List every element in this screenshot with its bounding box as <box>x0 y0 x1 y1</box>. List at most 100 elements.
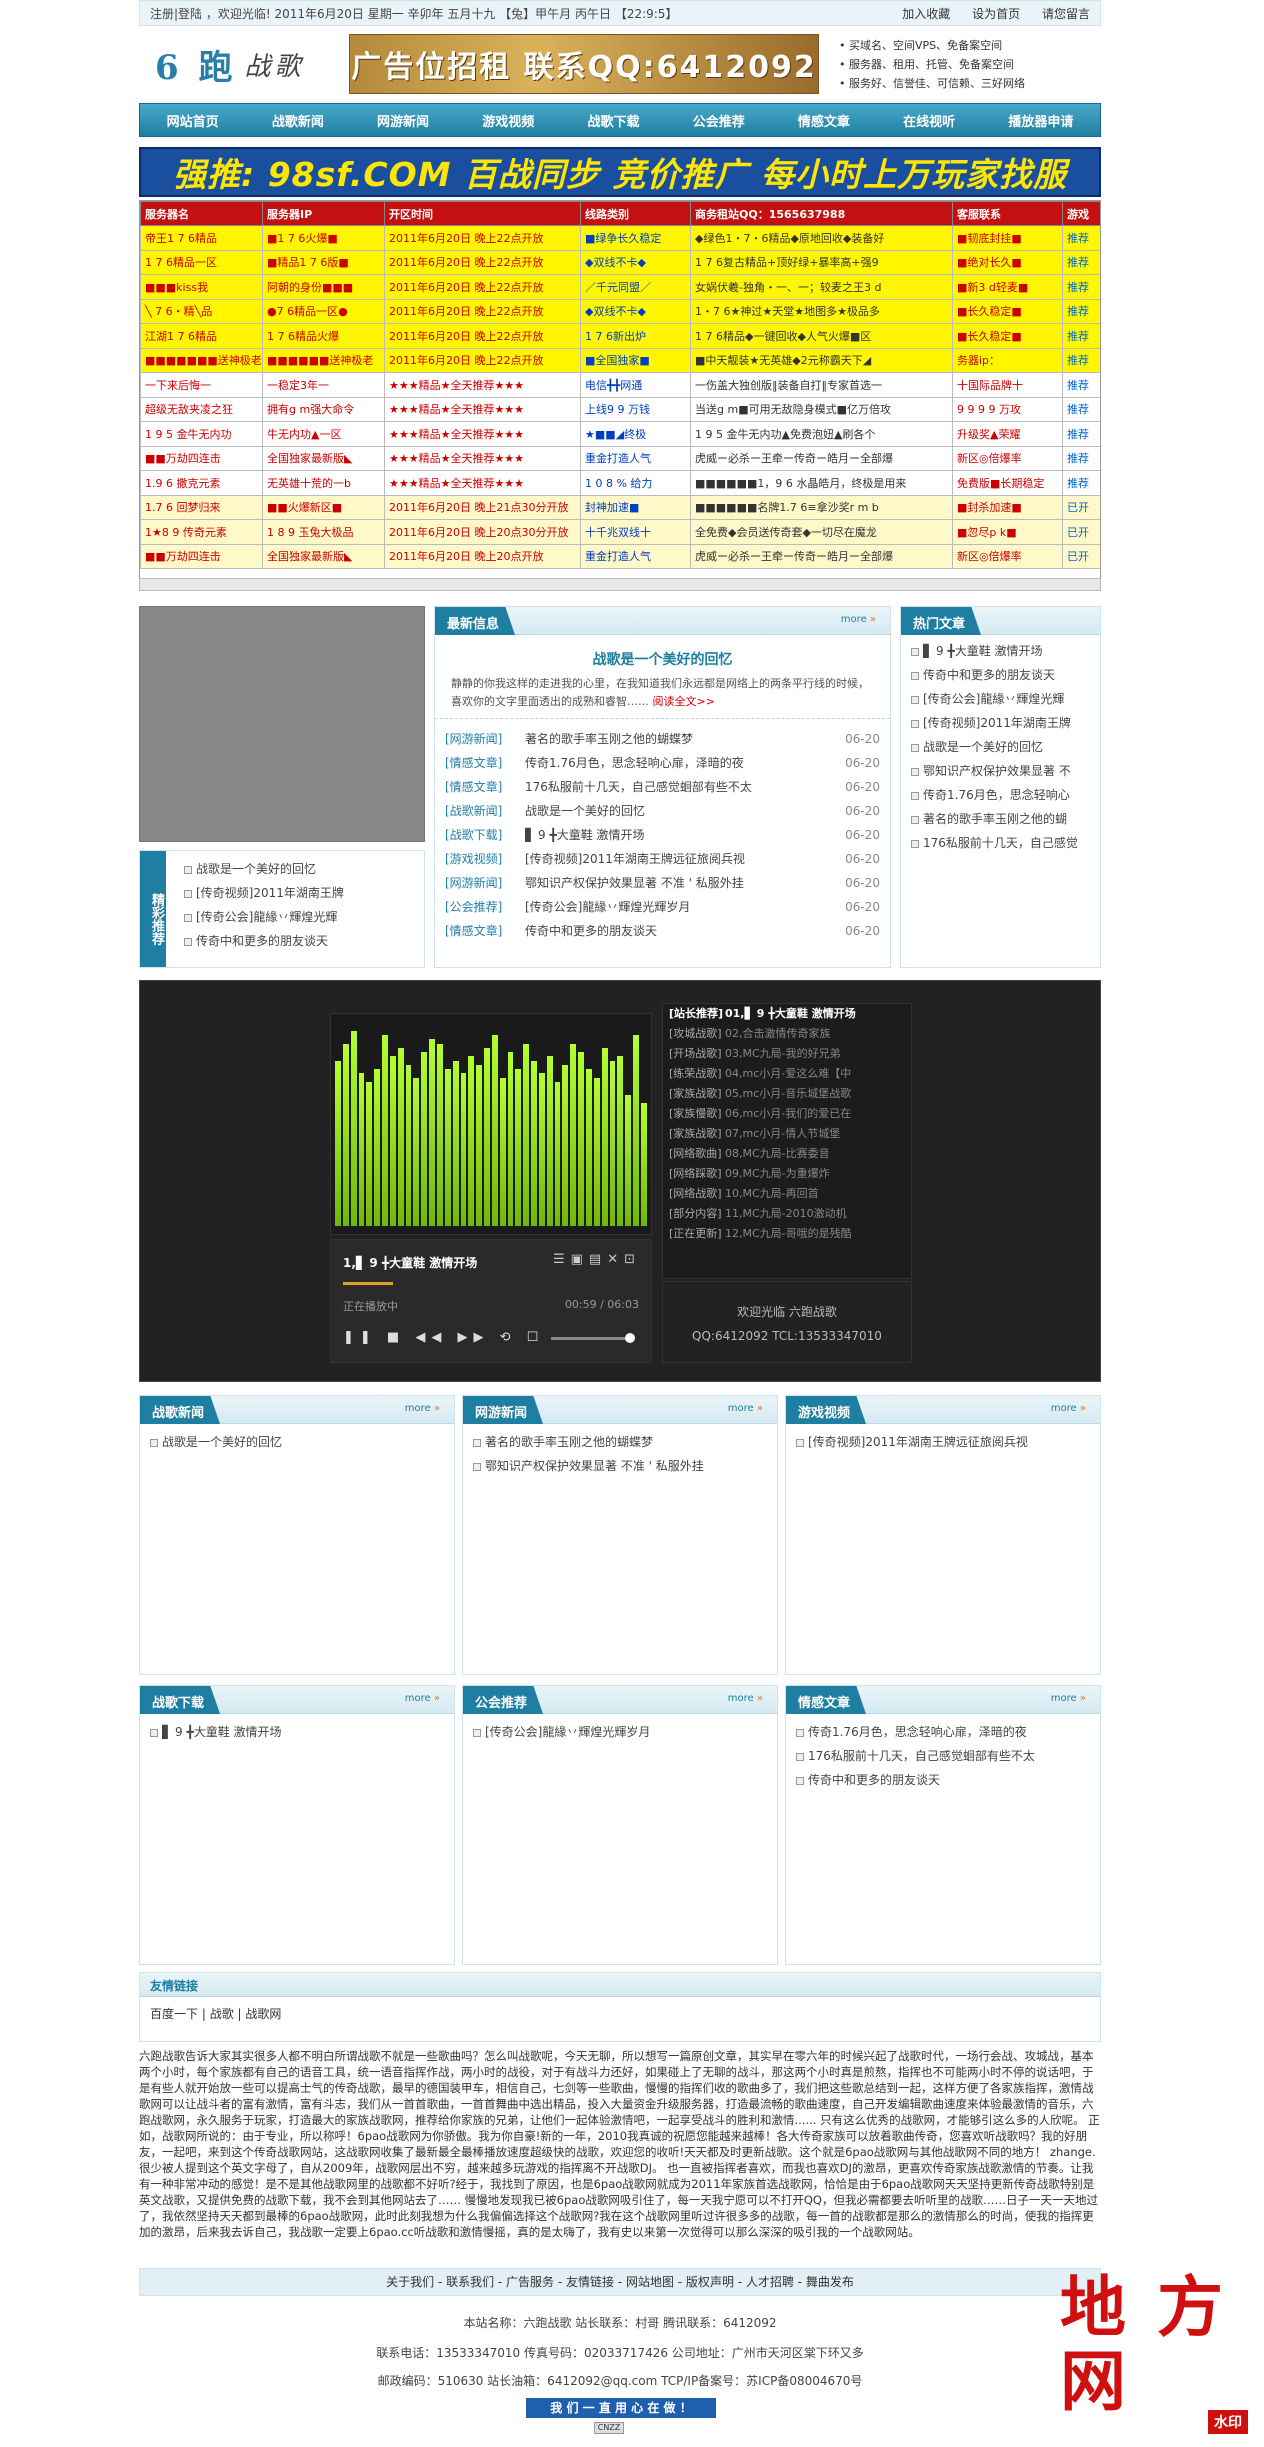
playlist-item[interactable]: [家族战歌] 07,mc小月-情人节城堡 <box>663 1124 911 1144</box>
playlist-item[interactable]: [网络歌曲] 08,MC九局-比赛委音 <box>663 1144 911 1164</box>
nav-item[interactable]: 战歌下载 <box>587 111 639 130</box>
table-cell[interactable]: ■■万劫四连击 <box>140 543 263 569</box>
table-cell[interactable]: 超级无敌夹凌之狂 <box>140 396 263 422</box>
playlist-song[interactable]: 08,MC九局-比赛委音 <box>725 1144 830 1164</box>
list-item[interactable]: 战歌是一个美好的回忆 <box>174 857 422 881</box>
nav-item[interactable]: 游戏视频 <box>482 111 534 130</box>
footer-links[interactable]: 关于我们 - 联系我们 - 广告服务 - 友情链接 - 网站地图 - 版权声明 … <box>139 2268 1101 2296</box>
headline[interactable]: 战歌是一个美好的回忆 <box>435 649 890 669</box>
nav-item[interactable]: 公会推荐 <box>693 111 745 130</box>
news-category[interactable]: [情感文章] <box>445 919 525 943</box>
more-link[interactable]: more <box>728 1693 763 1704</box>
friend-link[interactable]: 战歌 <box>210 2007 234 2021</box>
table-cell[interactable]: ■■万劫四连击 <box>140 445 263 471</box>
hot-articles-tab[interactable]: 热门文章 <box>901 607 982 635</box>
table-cell[interactable]: 1 9 5 金牛无内功 <box>140 421 263 447</box>
table-cell[interactable]: 推荐 <box>1062 274 1100 300</box>
news-title[interactable]: 传奇中和更多的朋友谈天 <box>525 919 830 943</box>
playlist-item[interactable]: [站长推荐] 01,▋ 9 ╋大童鞋 激情开场 <box>663 1004 911 1024</box>
news-title[interactable]: ▋ 9 ╋大童鞋 激情开场 <box>525 823 830 847</box>
volume-slider[interactable] <box>551 1333 635 1343</box>
table-cell[interactable]: ■■■kiss我 <box>140 274 263 300</box>
section-tab[interactable]: 游戏视频 <box>786 1396 867 1424</box>
list-item[interactable]: [传奇公会]龍緣丷輝煌光輝岁月 <box>463 1720 777 1744</box>
read-more-link[interactable]: 阅读全文>> <box>653 695 715 708</box>
more-link[interactable]: more <box>405 1403 440 1414</box>
table-cell[interactable]: 推荐 <box>1062 470 1100 496</box>
list-item[interactable]: ▋ 9 ╋大童鞋 激情开场 <box>901 639 1100 663</box>
list-item[interactable]: 战歌是一个美好的回忆 <box>140 1430 454 1454</box>
playlist-item[interactable]: [网络踩歌] 09,MC九局-为重爆炸 <box>663 1164 911 1184</box>
section-tab[interactable]: 公会推荐 <box>463 1686 544 1714</box>
promo-banner[interactable]: 强推: 98sf.COM 百战同步 竞价推广 每小时上万玩家找服 <box>139 147 1101 197</box>
table-cell[interactable]: 1.7 6 回梦归来 <box>140 494 263 520</box>
list-item[interactable]: [传奇视频]2011年湖南王牌 <box>174 881 422 905</box>
table-cell[interactable]: 1 7 6精品一区 <box>140 249 263 275</box>
table-cell[interactable]: 帝王1 7 6精品 <box>140 225 263 251</box>
friend-link[interactable]: 百度一下 <box>150 2007 198 2021</box>
nav-item[interactable]: 战歌新闻 <box>272 111 324 130</box>
list-item[interactable]: 著名的歌手率玉刚之他的蝴 <box>901 807 1100 831</box>
table-cell[interactable]: 江湖1 7 6精品 <box>140 323 263 349</box>
more-link[interactable]: more <box>1051 1403 1086 1414</box>
table-cell[interactable]: ╲ 7 6・精╲品 <box>140 298 263 324</box>
table-cell[interactable]: 已开 <box>1062 494 1100 520</box>
add-favorite-link[interactable]: 加入收藏 <box>902 7 950 21</box>
list-item[interactable]: 战歌是一个美好的回忆 <box>901 735 1100 759</box>
playlist-song[interactable]: 09,MC九局-为重爆炸 <box>725 1164 830 1184</box>
playlist-song[interactable]: 03,MC九局-我的好兄弟 <box>725 1044 841 1064</box>
list-item[interactable]: 传奇中和更多的朋友谈天 <box>901 663 1100 687</box>
nav-item[interactable]: 播放器申请 <box>1008 111 1073 130</box>
table-cell[interactable]: 推荐 <box>1062 372 1100 398</box>
news-title[interactable]: [传奇公会]龍緣丷輝煌光輝岁月 <box>525 895 830 919</box>
table-cell[interactable]: 推荐 <box>1062 421 1100 447</box>
news-title[interactable]: 传奇1.76月色，思念轻响心扉，泽暗的夜 <box>525 751 830 775</box>
section-tab[interactable]: 战歌下载 <box>140 1686 221 1714</box>
friend-link[interactable]: 战歌网 <box>245 2007 281 2021</box>
list-item[interactable]: 176私服前十几天，自己感觉 <box>901 831 1100 855</box>
list-item[interactable]: ▋ 9 ╋大童鞋 激情开场 <box>140 1720 454 1744</box>
playlist-song[interactable]: 10,MC九局-再回首 <box>725 1184 819 1204</box>
list-item[interactable]: [传奇公会]龍緣丷輝煌光輝 <box>174 905 422 929</box>
progress-bar[interactable] <box>343 1282 393 1285</box>
list-item[interactable]: [传奇公会]龍緣丷輝煌光輝 <box>901 687 1100 711</box>
playlist-song[interactable]: 12,MC九局-哥哦的是残酷 <box>725 1224 852 1244</box>
list-item[interactable]: [传奇视频]2011年湖南王牌 <box>901 711 1100 735</box>
playlist-item[interactable]: [开场战歌] 03,MC九局-我的好兄弟 <box>663 1044 911 1064</box>
playlist-song[interactable]: 05,mc小月-音乐城堡战歌 <box>725 1084 851 1104</box>
table-cell[interactable]: 已开 <box>1062 543 1100 569</box>
list-item[interactable]: 鄂知识产权保护效果显著 不 <box>901 759 1100 783</box>
news-category[interactable]: [战歌新闻] <box>445 799 525 823</box>
table-cell[interactable]: 推荐 <box>1062 298 1100 324</box>
list-item[interactable]: [传奇视频]2011年湖南王牌远征旅阅兵视 <box>786 1430 1100 1454</box>
transport-buttons[interactable]: ❚❚ ■ ◀◀ ▶▶ ⟲ ☐ <box>343 1330 544 1345</box>
more-link[interactable]: more <box>405 1693 440 1704</box>
list-item[interactable]: 传奇1.76月色，思念轻响心 <box>901 783 1100 807</box>
table-cell[interactable]: 推荐 <box>1062 347 1100 373</box>
featured-image[interactable] <box>139 606 425 842</box>
ad-banner[interactable]: 广告位招租 联系QQ:6412092 <box>349 34 819 94</box>
latest-news-tab[interactable]: 最新信息 <box>435 607 516 635</box>
nav-item[interactable]: 网站首页 <box>167 111 219 130</box>
table-cell[interactable]: 推荐 <box>1062 323 1100 349</box>
section-tab[interactable]: 情感文章 <box>786 1686 867 1714</box>
section-tab[interactable]: 战歌新闻 <box>140 1396 221 1424</box>
horizontal-scrollbar[interactable] <box>139 578 1101 591</box>
table-cell[interactable]: 推荐 <box>1062 225 1100 251</box>
playlist-item[interactable]: [网络战歌] 10,MC九局-再回首 <box>663 1184 911 1204</box>
site-logo[interactable]: 6 跑战歌 <box>139 34 349 94</box>
nav-item[interactable]: 网游新闻 <box>377 111 429 130</box>
table-cell[interactable]: 1.9 6 撒克元素 <box>140 470 263 496</box>
set-homepage-link[interactable]: 设为首页 <box>972 7 1020 21</box>
playlist-song[interactable]: 07,mc小月-情人节城堡 <box>725 1124 840 1144</box>
list-item[interactable]: 传奇中和更多的朋友谈天 <box>786 1768 1100 1792</box>
cnzz-badge[interactable]: CNZZ <box>594 2422 624 2434</box>
news-title[interactable]: 著名的歌手率玉刚之他的蝴蝶梦 <box>525 727 830 751</box>
playlist-song[interactable]: 01,▋ 9 ╋大童鞋 激情开场 <box>725 1004 856 1024</box>
news-title[interactable]: 176私服前十几天，自己感觉蛔部有些不太 <box>525 775 830 799</box>
list-item[interactable]: 著名的歌手率玉刚之他的蝴蝶梦 <box>463 1430 777 1454</box>
playlist-item[interactable]: [部分内容] 11,MC九局-2010激动机 <box>663 1204 911 1224</box>
playlist-item[interactable]: [攻城战歌] 02,合击激情传奇家族 <box>663 1024 911 1044</box>
news-category[interactable]: [网游新闻] <box>445 871 525 895</box>
view-icons[interactable]: ☰▣▤✕⊡ <box>553 1252 641 1267</box>
